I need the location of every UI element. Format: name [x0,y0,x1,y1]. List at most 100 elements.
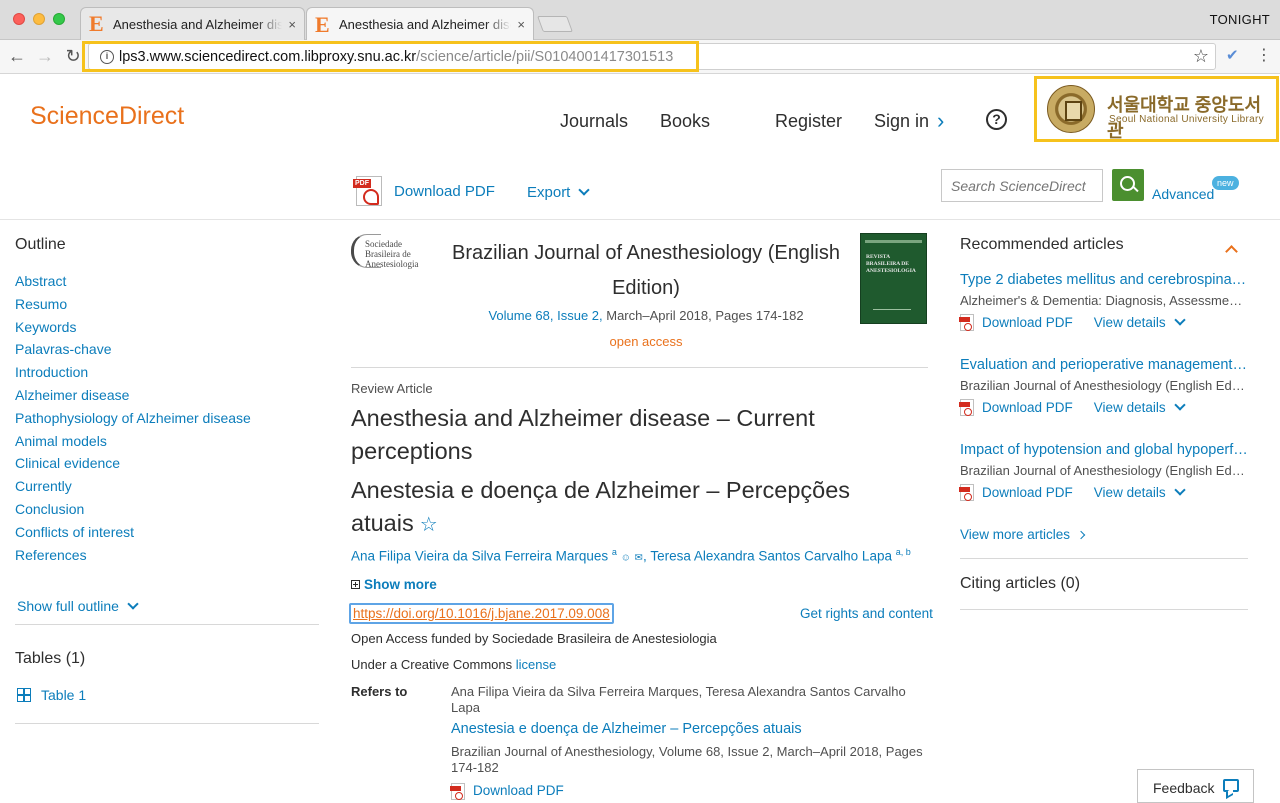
outline-item-conclusion[interactable]: Conclusion [15,500,251,523]
outline-item-alzheimer-disease[interactable]: Alzheimer disease [15,386,251,409]
outline-item-palavras-chave[interactable]: Palavras-chave [15,340,251,363]
view-details-label: View details [1093,400,1166,415]
pdf-icon [353,176,382,206]
nav-register[interactable]: Register [775,111,842,132]
new-badge: new [1212,176,1239,190]
view-details-button[interactable]: View details [1094,313,1186,330]
show-more-button[interactable]: Show more [351,577,437,592]
download-pdf-button[interactable]: Download PDF [353,176,495,206]
journal-title-link[interactable]: Brazilian Journal of Anesthesiology (Eng… [445,236,847,306]
author-2-link[interactable]: Teresa Alexandra Santos Carvalho Lapa [650,549,892,564]
forward-icon[interactable]: → [34,45,56,67]
recommended-article-title[interactable]: Type 2 diabetes mellitus and cerebrospin… [960,272,1248,288]
outline-item-currently[interactable]: Currently [15,477,251,500]
view-more-articles-link[interactable]: View more articles [960,527,1086,542]
menu-icon[interactable]: ⋮ [1256,45,1272,65]
author-1-link[interactable]: Ana Filipa Vieira da Silva Ferreira Marq… [351,549,608,564]
browser-tab-1[interactable]: E Anesthesia and Alzheimer disease – Cur… [80,7,305,40]
citing-articles-heading[interactable]: Citing articles (0) [960,575,1080,593]
society-logo[interactable]: Sociedade Brasileira de Anestesiologia [351,234,433,269]
cover-band [865,240,922,243]
tab-close-icon[interactable]: × [288,17,296,32]
outline-item-conflicts[interactable]: Conflicts of interest [15,523,251,546]
tab-title: Anesthesia and Alzheimer disease – Curre… [339,17,511,32]
license-link[interactable]: license [516,657,556,672]
outline-item-clinical-evidence[interactable]: Clinical evidence [15,454,251,477]
browser-profile-name[interactable]: TONIGHT [1210,12,1270,27]
nav-sign-in[interactable]: Sign in [874,111,929,132]
outline-item-animal-models[interactable]: Animal models [15,432,251,455]
export-button[interactable]: Export [527,184,591,201]
show-full-outline-button[interactable]: Show full outline [17,598,139,614]
bookmark-star-icon[interactable]: ☆ [1193,46,1209,67]
outline-item-pathophysiology[interactable]: Pathophysiology of Alzheimer disease [15,409,251,432]
show-more-label: Show more [364,577,437,592]
extension-icon[interactable]: ✔ [1226,46,1239,64]
refers-to-download-pdf[interactable]: Download PDF [450,783,564,800]
person-icon[interactable]: ☺ [621,553,631,564]
outline-item-introduction[interactable]: Introduction [15,363,251,386]
snu-seal-icon [1047,85,1095,133]
recommended-divider [960,558,1248,559]
chevron-down-icon [1173,313,1186,326]
search-input[interactable] [941,169,1103,202]
institution-logo[interactable]: 서울대학교 중앙도서관 Seoul National University Li… [1034,76,1279,142]
volume-issue-link[interactable]: Volume 68, Issue 2, [488,308,602,323]
search-button[interactable] [1112,169,1144,201]
recommended-download-pdf[interactable]: Download PDF [982,485,1073,500]
society-logo-text: Sociedade Brasileira de Anestesiologia [365,239,419,269]
nav-books[interactable]: Books [660,111,710,132]
browser-tab-2-active[interactable]: E Anesthesia and Alzheimer disease – Cur… [306,7,534,41]
recommended-download-pdf[interactable]: Download PDF [982,315,1073,330]
refers-to-title-link[interactable]: Anestesia e doença de Alzheimer – Percep… [451,721,802,737]
show-full-outline-label: Show full outline [17,598,119,614]
recommended-article-title[interactable]: Impact of hypotension and global hypoper… [960,442,1248,458]
window-minimize-button[interactable] [33,13,45,25]
favorite-star-icon[interactable]: ☆ [420,514,438,536]
reload-icon[interactable]: ↻ [62,45,84,67]
tab-close-icon[interactable]: × [517,17,525,32]
get-rights-link[interactable]: Get rights and content [800,606,933,621]
outline-item-keywords[interactable]: Keywords [15,318,251,341]
sciencedirect-logo[interactable]: ScienceDirect [30,102,184,131]
citing-divider [960,609,1248,610]
tables-divider [15,723,319,724]
window-maximize-button[interactable] [53,13,65,25]
open-access-badge: open access [609,334,683,349]
outline-item-references[interactable]: References [15,546,251,569]
refers-to-authors: Ana Filipa Vieira da Silva Ferreira Marq… [451,684,906,715]
outline-item-resumo[interactable]: Resumo [15,295,251,318]
feedback-button[interactable]: Feedback [1137,769,1254,803]
author-list: Ana Filipa Vieira da Silva Ferreira Marq… [351,547,911,564]
header-divider [0,219,1280,220]
speech-bubble-icon [1223,779,1239,792]
nav-journals[interactable]: Journals [560,111,628,132]
back-icon[interactable]: ← [6,45,28,67]
collapse-chevron-up-icon[interactable] [1225,243,1238,261]
recommended-article-1: Type 2 diabetes mellitus and cerebrospin… [959,272,1248,331]
author-2-affiliation[interactable]: a, b [896,547,911,557]
chevron-down-icon [1173,483,1186,496]
chevron-right-icon [1076,530,1086,540]
email-icon[interactable]: ✉ [635,553,643,564]
window-close-button[interactable] [13,13,25,25]
chevron-right-icon[interactable]: › [937,108,944,134]
cover-title: REVISTA BRASILEIRA DE ANESTESIOLOGIA [866,254,916,274]
table-1-link[interactable]: Table 1 [17,687,86,703]
license-line: Under a Creative Commons license [351,657,556,672]
recommended-article-title[interactable]: Evaluation and perioperative management … [960,357,1248,373]
help-icon[interactable]: ? [986,109,1007,130]
view-details-button[interactable]: View details [1094,483,1186,500]
url-highlight-annotation [82,41,699,72]
advanced-search-link[interactable]: Advanced [1152,186,1214,202]
new-tab-button[interactable] [537,16,573,32]
recommended-download-pdf[interactable]: Download PDF [982,400,1073,415]
chevron-down-icon [578,184,591,196]
doi-link[interactable]: https://doi.org/10.1016/j.bjane.2017.09.… [349,603,614,624]
view-details-button[interactable]: View details [1093,398,1186,415]
author-1-affiliation[interactable]: a [612,547,617,557]
volume-date-pages: March–April 2018, Pages 174-182 [602,308,804,323]
journal-cover-image[interactable]: REVISTA BRASILEIRA DE ANESTESIOLOGIA [860,233,927,324]
recommended-article-source: Brazilian Journal of Anesthesiology (Eng… [960,378,1245,393]
outline-item-abstract[interactable]: Abstract [15,272,251,295]
